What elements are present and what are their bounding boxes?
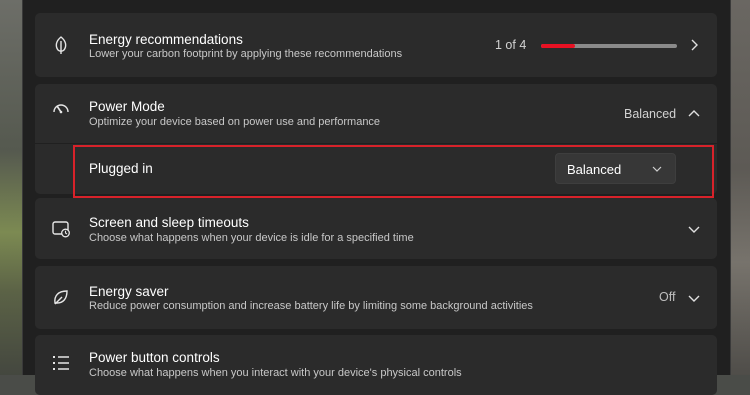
- power-mode-title: Power Mode: [89, 99, 165, 114]
- energy-saver-description: Reduce power consumption and increase ba…: [89, 300, 533, 312]
- energy-recommendations-card[interactable]: Energy recommendations Lower your carbon…: [35, 13, 717, 77]
- power-mode-card[interactable]: Power Mode Optimize your device based on…: [35, 84, 717, 143]
- leaf-icon: [51, 35, 71, 55]
- recommendations-progress-bar: [541, 44, 677, 48]
- energy-saver-leaf-icon: [51, 287, 71, 307]
- desktop-wallpaper-left: [0, 0, 24, 375]
- chevron-right-icon[interactable]: [687, 38, 701, 52]
- energy-saver-title: Energy saver: [89, 284, 169, 299]
- chevron-down-icon[interactable]: [687, 222, 701, 236]
- screen-sleep-description: Choose what happens when your device is …: [89, 232, 414, 244]
- power-button-controls-title: Power button controls: [89, 350, 220, 365]
- energy-saver-card[interactable]: Energy saver Reduce power consumption an…: [35, 266, 717, 329]
- chevron-down-icon[interactable]: [687, 291, 701, 305]
- desktop-wallpaper-right: [728, 0, 750, 375]
- chevron-up-icon[interactable]: [687, 107, 701, 121]
- power-mode-value: Balanced: [624, 107, 677, 121]
- highlight-annotation-box: [73, 145, 714, 198]
- settings-window: Energy recommendations Lower your carbon…: [22, 0, 731, 395]
- recommendations-progress-text: 1 of 4: [495, 38, 527, 52]
- power-mode-description: Optimize your device based on power use …: [89, 116, 381, 128]
- energy-recommendations-description: Lower your carbon footprint by applying …: [89, 48, 403, 60]
- power-button-controls-card[interactable]: Power button controls Choose what happen…: [35, 335, 717, 395]
- power-button-controls-description: Choose what happens when you interact wi…: [89, 367, 462, 379]
- screen-sleep-title: Screen and sleep timeouts: [89, 215, 249, 230]
- power-mode-gauge-icon: [51, 99, 71, 119]
- screen-sleep-card[interactable]: Screen and sleep timeouts Choose what ha…: [35, 198, 717, 259]
- energy-saver-value: Off: [659, 290, 676, 304]
- recommendations-progress-fill: [541, 44, 575, 48]
- screen-sleep-icon: [51, 219, 71, 239]
- list-icon: [51, 353, 71, 373]
- energy-recommendations-title: Energy recommendations: [89, 32, 243, 47]
